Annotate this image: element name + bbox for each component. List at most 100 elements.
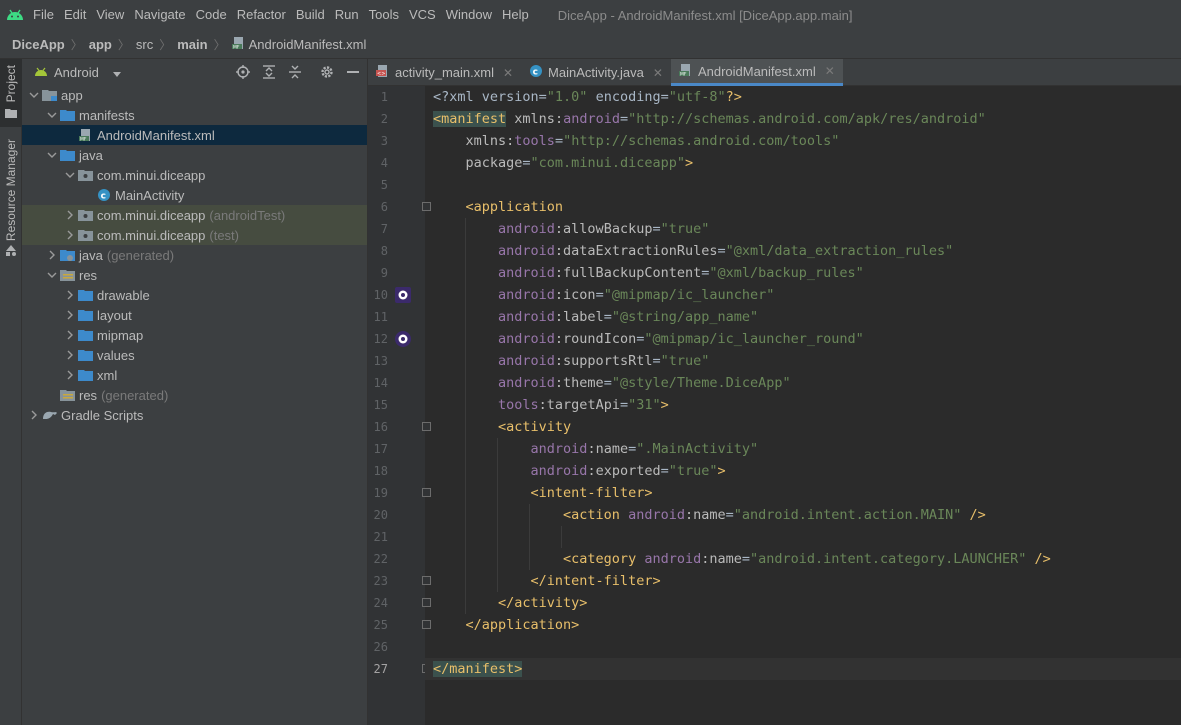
line-number: 15 [373,398,388,412]
breadcrumb-file[interactable]: MF AndroidManifest.xml [231,36,366,53]
line-number: 12 [373,332,388,346]
select-opened-file-icon[interactable] [235,64,251,80]
tree-item[interactable]: com.minui.diceapp (test) [22,225,367,245]
svg-text:MF: MF [233,44,240,50]
res-folder-icon [60,267,76,283]
folder-icon [78,307,94,323]
code-token: </intent-filter> [433,573,661,589]
resource-manager-tool-tab[interactable]: Resource Manager [0,139,22,257]
tree-item[interactable]: mipmap [22,325,367,345]
chevron-down-icon[interactable] [26,87,42,103]
tree-item[interactable]: Gradle Scripts [22,405,367,425]
chevron-down-icon[interactable] [44,267,60,283]
gear-icon[interactable] [319,64,335,80]
resource-manager-tool-tab-label: Resource Manager [4,139,18,242]
code-line: android:name=".MainActivity" [433,438,759,460]
chevron-right-icon[interactable] [62,347,78,363]
menu-view[interactable]: View [91,0,129,30]
chevron-right-icon[interactable] [44,247,60,263]
menu-file[interactable]: File [30,0,59,30]
code-token: = [717,243,726,259]
tree-item[interactable]: layout [22,305,367,325]
tab-activity-main[interactable]: <> activity_main.xml ✕ [368,59,521,86]
tab-android-manifest[interactable]: MF AndroidManifest.xml ✕ [670,59,843,86]
editor-gutter: 1 2 3 4 5 6 7 8 9 10 11 12 13 14 15 16 17 18 19 20 21 22 23 24 2… [368,86,431,725]
tree-item[interactable]: manifests [22,105,367,125]
code-token: android [628,507,685,523]
breadcrumb-project[interactable]: DiceApp [12,37,65,52]
tree-item[interactable]: drawable [22,285,367,305]
code-token: = [741,551,751,567]
tree-item[interactable]: com.minui.diceapp (androidTest) [22,205,367,225]
menu-build[interactable]: Build [291,0,330,30]
close-icon[interactable]: ✕ [653,66,663,80]
expand-all-icon[interactable] [261,64,277,80]
chevron-right-icon[interactable] [62,307,78,323]
chevron-down-icon[interactable] [44,107,60,123]
code-line: android:allowBackup="true" [433,218,709,240]
code-token: encoding= [587,89,669,105]
code-token: android [433,441,588,457]
chevron-down-icon[interactable] [62,167,78,183]
project-view-selector[interactable]: Android [34,65,121,80]
code-token: = [652,353,661,369]
menu-run[interactable]: Run [330,0,364,30]
close-icon[interactable]: ✕ [503,66,513,80]
tree-item[interactable]: com.minui.diceapp [22,165,367,185]
tree-item[interactable]: xml [22,365,367,385]
tree-item[interactable]: app [22,85,367,105]
launcher-icon-preview[interactable] [395,331,411,347]
tree-item-suffix: (test) [209,227,240,243]
breadcrumb-src[interactable]: src [136,37,153,52]
tree-item[interactable]: c MainActivity [22,185,367,205]
chevron-right-icon[interactable] [62,207,78,223]
tree-item[interactable]: values [22,345,367,365]
tab-main-activity[interactable]: c MainActivity.java ✕ [521,59,671,86]
menu-window[interactable]: Window [441,0,497,30]
tree-item-label: Gradle Scripts [61,407,144,423]
code-token: /> [961,507,986,523]
code-token: </manifest> [433,661,523,677]
collapse-all-icon[interactable] [287,64,303,80]
chevron-right-icon[interactable] [62,287,78,303]
code-token: <?xml version= [433,89,547,105]
code-token: /> [1026,551,1051,567]
menu-vcs[interactable]: VCS [404,0,441,30]
menu-refactor[interactable]: Refactor [232,0,291,30]
chevron-right-icon[interactable] [62,367,78,383]
chevron-down-icon[interactable] [44,147,60,163]
code-token: :supportsRtl [554,353,653,369]
tree-item[interactable]: java [22,145,367,165]
code-token: > [684,155,694,171]
menu-edit[interactable]: Edit [59,0,91,30]
tree-item[interactable]: java (generated) [22,245,367,265]
menu-tools[interactable]: Tools [364,0,404,30]
chevron-right-icon[interactable] [62,227,78,243]
menu-code[interactable]: Code [191,0,232,30]
breadcrumb-main[interactable]: main [177,37,207,52]
res-folder-icon [60,387,76,403]
code-line: android:theme="@style/Theme.DiceApp" [433,372,791,394]
layout-xml-icon: <> [376,64,390,81]
tree-item[interactable]: MF AndroidManifest.xml [22,125,367,145]
tree-item-label: layout [97,307,132,323]
tree-item[interactable]: res (generated) [22,385,367,405]
hide-panel-icon[interactable] [345,64,361,80]
tree-item[interactable]: res [22,265,367,285]
code-area[interactable]: <?xml version="1.0" encoding="utf-8"?> <m… [425,86,1181,725]
chevron-right-icon[interactable] [62,327,78,343]
code-token: "@mipmap/ic_launcher_round" [644,331,864,347]
launcher-icon-preview[interactable] [395,287,411,303]
breadcrumb-module[interactable]: app [89,37,112,52]
chevron-right-icon[interactable] [26,407,42,423]
code-token: xmlns [514,111,555,127]
code-editor[interactable]: 1 2 3 4 5 6 7 8 9 10 11 12 13 14 15 16 17 18 19 20 21 22 23 24 2… [368,86,1181,725]
window-title: DiceApp - AndroidManifest.xml [DiceApp.a… [557,7,853,23]
menu-help[interactable]: Help [497,0,534,30]
code-token: android [433,265,555,281]
line-number: 2 [380,112,388,126]
menu-navigate[interactable]: Navigate [129,0,190,30]
close-icon[interactable]: ✕ [825,64,835,78]
project-tool-tab[interactable]: Project [0,59,22,127]
